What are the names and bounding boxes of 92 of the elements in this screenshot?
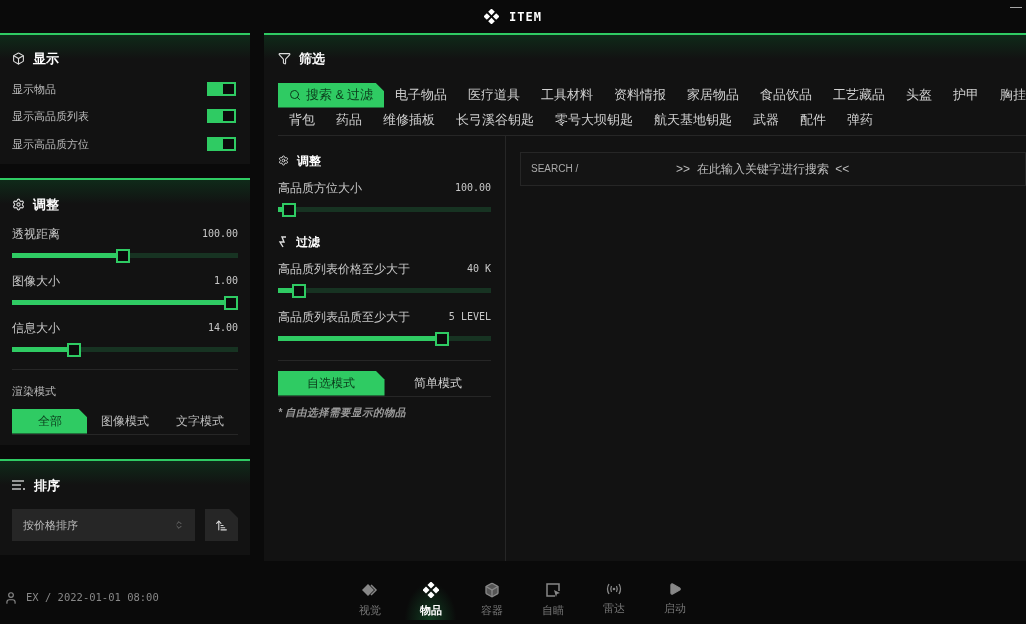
category-tab[interactable]: 食品饮品 — [749, 82, 823, 108]
slider-track[interactable] — [12, 342, 238, 357]
slider-reading: 100.00 — [454, 181, 491, 195]
minimize-button[interactable]: — — [1010, 0, 1022, 16]
category-tab[interactable]: 电子物品 — [384, 82, 458, 108]
nav-item[interactable]: 自瞄 — [522, 575, 583, 620]
note-text: * 自由选择需要显示的物品 — [278, 404, 407, 420]
category-tab[interactable]: 弹药 — [836, 107, 883, 133]
user-info: EX / 2022-01-01 08:00 — [26, 590, 159, 606]
user-icon — [4, 591, 18, 606]
mode-tab[interactable]: 图像模式 — [87, 408, 163, 434]
diamonds-icon — [422, 581, 439, 598]
category-tab[interactable]: 零号大坝钥匙 — [544, 107, 643, 133]
slider-track[interactable] — [278, 202, 491, 217]
slider-label: 高品质方位大小 — [278, 179, 362, 197]
filter-icon — [278, 52, 291, 66]
slider-reading: 100.00 — [201, 227, 238, 241]
panel-title: 筛选 — [299, 50, 325, 68]
sort-order-button[interactable] — [205, 509, 238, 541]
panel-title: 排序 — [34, 476, 60, 495]
search-icon — [289, 89, 301, 101]
mode-tab[interactable]: 全部 — [12, 408, 88, 434]
slider-reading: 1.00 — [213, 274, 238, 288]
nav-item[interactable]: 启动 — [644, 575, 705, 620]
chevrons-icon — [174, 520, 184, 530]
toggle-switch[interactable] — [207, 81, 236, 96]
category-tab[interactable]: 武器 — [742, 107, 789, 133]
slider-track[interactable] — [12, 248, 238, 263]
toggle-label: 显示高品质方位 — [12, 136, 89, 152]
slider-thumb[interactable] — [67, 342, 82, 357]
category-tab[interactable]: 医疗道具 — [457, 82, 531, 108]
sort-select[interactable]: 按价格排序 — [12, 509, 195, 541]
slider-thumb[interactable] — [281, 202, 296, 217]
panel-title: 显示 — [33, 50, 59, 68]
section-label: 渲染模式 — [12, 384, 56, 397]
nav-item[interactable]: 容器 — [461, 575, 522, 620]
category-tab[interactable]: 药品 — [325, 107, 372, 133]
category-tab[interactable]: 家居物品 — [676, 82, 750, 108]
logo-icon — [484, 9, 500, 24]
cube-icon — [12, 52, 25, 66]
slider-label: 信息大小 — [12, 319, 60, 337]
list-icon — [12, 479, 26, 492]
category-tab[interactable]: 搜索 & 过滤 — [278, 82, 385, 108]
search-label: SEARCH / — [531, 162, 580, 176]
slider-reading: 40 K — [466, 262, 491, 276]
nav-item[interactable]: 视觉 — [339, 575, 400, 620]
category-tab[interactable]: 配件 — [789, 107, 836, 133]
mode-tab[interactable]: 自选模式 — [278, 370, 385, 396]
search-bar[interactable]: SEARCH / >> 在此输入关键字进行搜索 << — [520, 151, 1026, 186]
slider-thumb[interactable] — [224, 295, 238, 310]
category-tab[interactable]: 长弓溪谷钥匙 — [445, 107, 544, 133]
slider-thumb[interactable] — [291, 283, 306, 298]
slider-reading: 5 LEVEL — [448, 310, 491, 324]
slider-thumb[interactable] — [115, 248, 130, 263]
settings-icon — [12, 198, 25, 212]
section-title: 调整 — [297, 152, 321, 170]
category-tab[interactable]: 护甲 — [942, 82, 990, 108]
slider-label: 图像大小 — [12, 272, 60, 290]
slider-label: 透视距离 — [12, 225, 60, 243]
toggle-label: 显示高品质列表 — [12, 109, 89, 124]
slider-track[interactable] — [12, 295, 238, 310]
category-tab[interactable]: 胸挂 — [989, 82, 1026, 108]
search-input[interactable]: >> 在此输入关键字进行搜索 << — [676, 159, 976, 178]
sort-ascending-icon — [215, 518, 228, 532]
category-tab[interactable]: 工具材料 — [530, 82, 604, 108]
slider-thumb[interactable] — [435, 331, 450, 346]
play-icon — [667, 581, 682, 596]
mode-tab[interactable]: 文字模式 — [162, 408, 238, 434]
settings-icon — [278, 155, 289, 166]
toggle-label: 显示物品 — [12, 81, 56, 97]
slider-reading: 14.00 — [207, 321, 238, 335]
nav-item[interactable]: 雷达 — [583, 575, 644, 620]
category-tab[interactable]: 航天基地钥匙 — [643, 107, 742, 133]
window-title: ITEM — [509, 8, 542, 26]
section-title: 过滤 — [296, 233, 320, 251]
mode-tab[interactable]: 简单模式 — [384, 370, 491, 396]
category-tab[interactable]: 背包 — [278, 107, 325, 133]
slider-track[interactable] — [278, 331, 491, 346]
screen-icon — [544, 581, 561, 598]
slider-label: 高品质列表价格至少大于 — [278, 260, 410, 278]
slider-track[interactable] — [278, 283, 491, 298]
slider-label: 高品质列表品质至少大于 — [278, 308, 410, 326]
cube-icon — [483, 581, 500, 598]
toggle-switch[interactable] — [207, 109, 236, 124]
diamond-icon — [360, 581, 379, 598]
category-tab[interactable]: 工艺藏品 — [822, 82, 896, 108]
category-tab[interactable]: 头盔 — [895, 82, 943, 108]
category-tab[interactable]: 资料情报 — [603, 82, 677, 108]
category-tab[interactable]: 维修插板 — [372, 107, 445, 133]
wave-icon — [278, 235, 288, 248]
panel-title: 调整 — [33, 196, 59, 214]
toggle-switch[interactable] — [207, 136, 236, 151]
